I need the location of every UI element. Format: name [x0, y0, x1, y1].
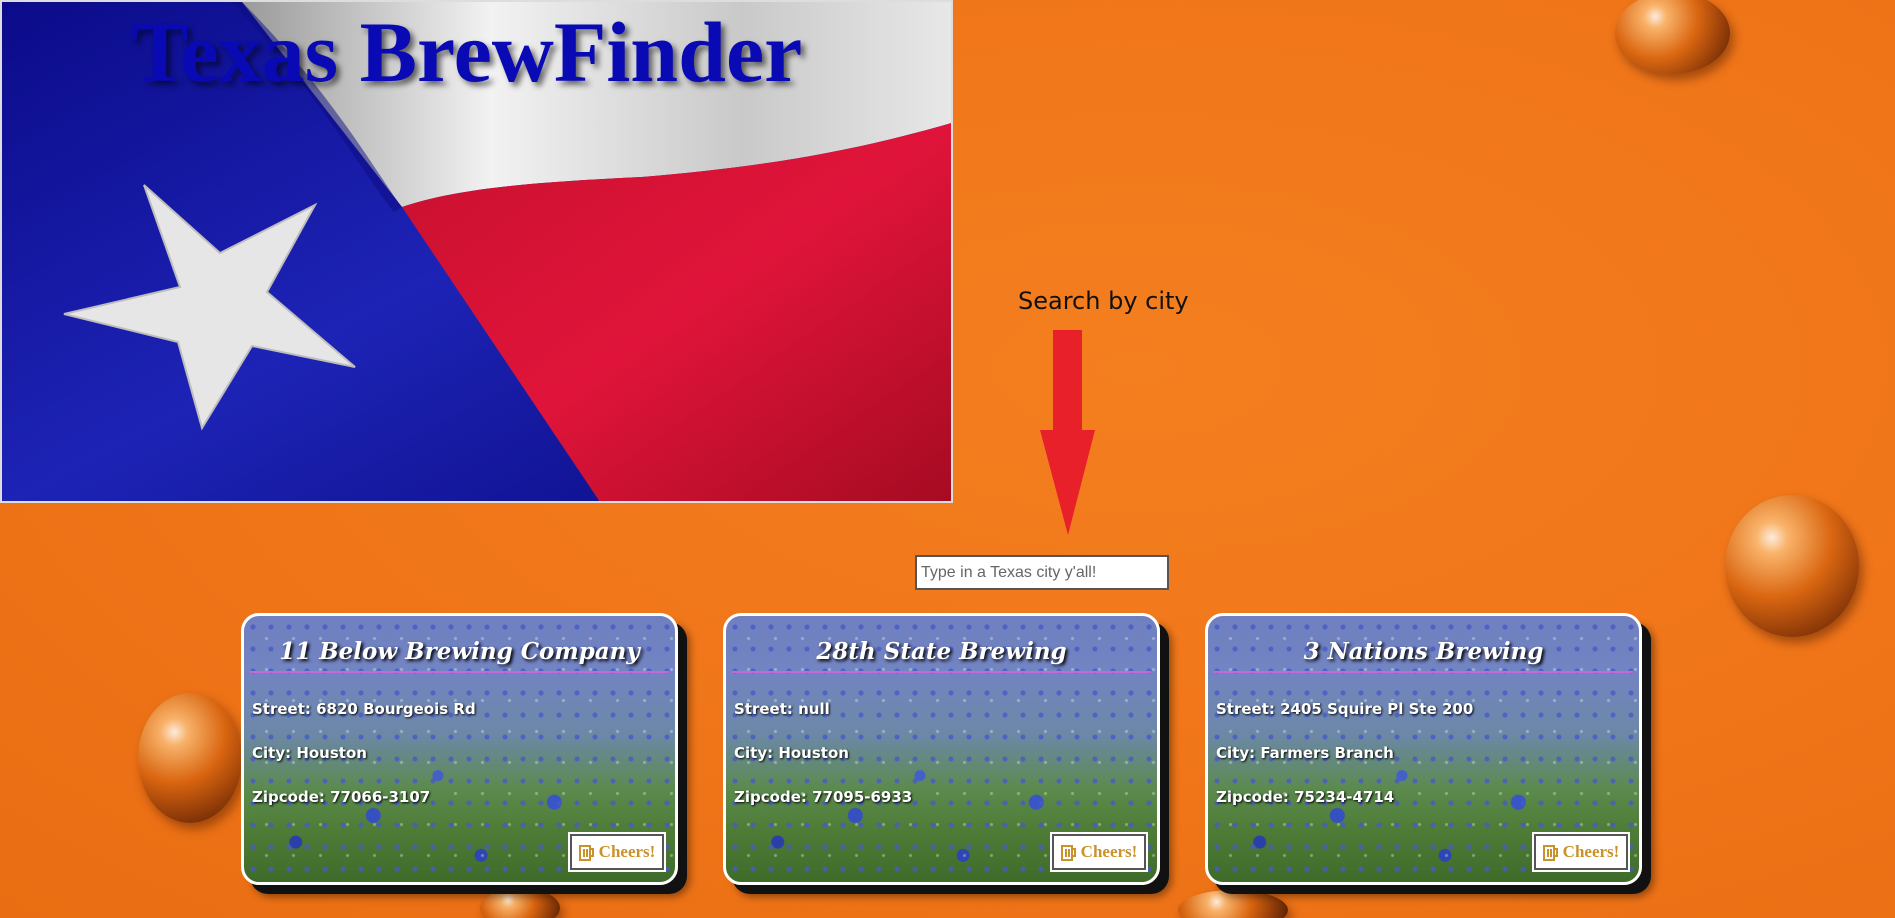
brewery-name: 3 Nations Brewing — [1303, 638, 1544, 665]
cheers-button[interactable]: Cheers! — [1532, 832, 1630, 872]
brewery-zipcode: Zipcode: 77095-6933 — [734, 788, 913, 806]
brewery-zipcode: Zipcode: 77066-3107 — [252, 788, 431, 806]
divider — [732, 671, 1151, 673]
beer-mug-icon — [1542, 844, 1558, 861]
brewery-city: City: Houston — [734, 744, 849, 762]
brewery-card: 3 Nations Brewing Street: 2405 Squire Pl… — [1205, 613, 1642, 885]
page-title: Texas BrewFinder — [131, 4, 803, 100]
cheers-label: Cheers! — [1562, 842, 1620, 861]
city-search-input[interactable] — [915, 555, 1169, 590]
brewery-card: 11 Below Brewing Company Street: 6820 Bo… — [241, 613, 678, 885]
beer-mug-icon — [578, 844, 594, 861]
divider — [250, 671, 669, 673]
bubble-decoration — [1725, 495, 1859, 637]
bubble-decoration — [138, 693, 242, 823]
brewery-name: 28th State Brewing — [816, 638, 1067, 665]
brewery-name: 11 Below Brewing Company — [279, 638, 640, 665]
cheers-label: Cheers! — [598, 842, 656, 861]
brewery-street: Street: 6820 Bourgeois Rd — [252, 700, 476, 718]
divider — [1214, 671, 1633, 673]
cheers-label: Cheers! — [1080, 842, 1138, 861]
bubble-decoration — [1615, 0, 1730, 74]
bubble-decoration — [1178, 890, 1288, 918]
bubble-decoration — [480, 888, 560, 918]
brewery-city: City: Farmers Branch — [1216, 744, 1394, 762]
brewery-street: Street: 2405 Squire Pl Ste 200 — [1216, 700, 1474, 718]
cheers-button[interactable]: Cheers! — [568, 832, 666, 872]
brewery-card: 28th State Brewing Street: null City: Ho… — [723, 613, 1160, 885]
cheers-button[interactable]: Cheers! — [1050, 832, 1148, 872]
brewery-zipcode: Zipcode: 75234-4714 — [1216, 788, 1395, 806]
search-label: Search by city — [1018, 287, 1189, 315]
brewery-street: Street: null — [734, 700, 830, 718]
beer-mug-icon — [1060, 844, 1076, 861]
brewery-city: City: Houston — [252, 744, 367, 762]
down-arrow-icon — [1040, 330, 1095, 535]
